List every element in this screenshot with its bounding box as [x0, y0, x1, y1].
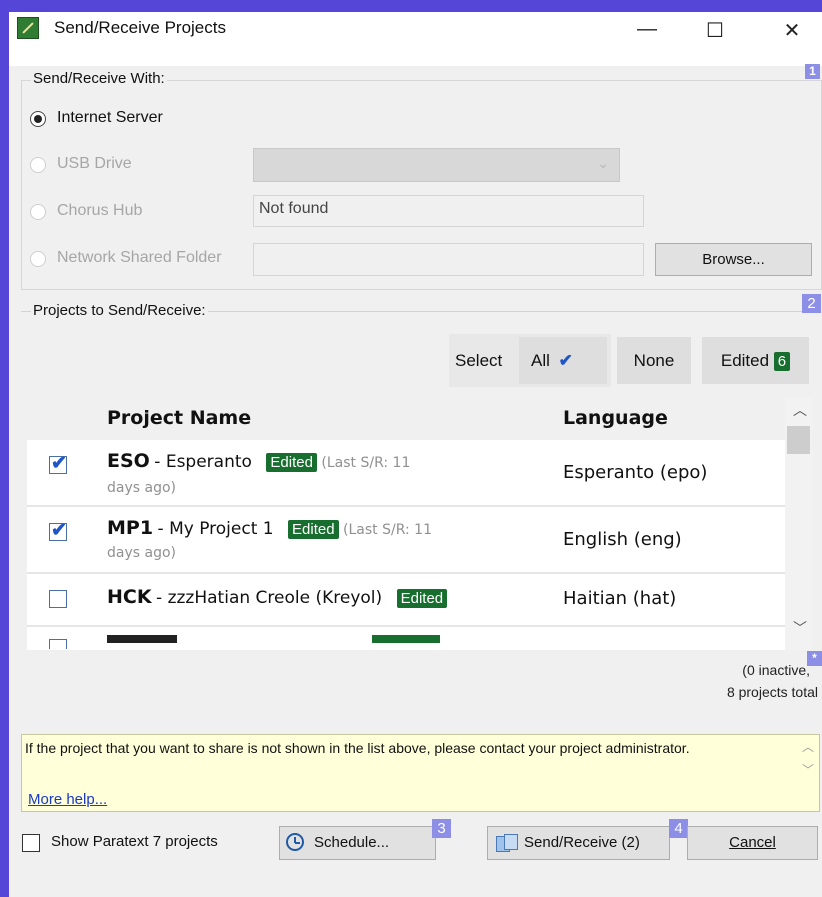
select-label: Select — [455, 351, 503, 370]
inactive-count: (0 inactive, — [742, 662, 810, 678]
last-sr: (Last S/R: 11 — [321, 455, 411, 471]
project-code: ESO — [107, 450, 150, 472]
chevron-down-icon: ⌄ — [597, 155, 609, 171]
row-checkbox[interactable] — [49, 639, 67, 649]
network-folder-field — [253, 243, 644, 276]
project-name: My Project 1 — [169, 519, 274, 539]
checkmark-icon: ✔ — [51, 453, 67, 474]
radio-chorus-hub[interactable] — [30, 204, 46, 220]
scroll-down-icon[interactable]: ﹀ — [793, 618, 807, 638]
app-icon — [17, 17, 39, 39]
checkmark-icon: ✔ — [558, 351, 573, 370]
clipped-edited-badge — [372, 635, 440, 643]
radio-selected-dot — [34, 115, 42, 123]
row-checkbox[interactable]: ✔ — [49, 520, 67, 541]
chorus-hub-field: Not found — [253, 195, 644, 227]
help-badge-1[interactable]: 1 — [805, 64, 820, 79]
send-with-label: Send/Receive With: — [31, 70, 167, 87]
info-text: If the project that you want to share is… — [25, 740, 690, 756]
last-sr-cont: days ago) — [107, 480, 176, 496]
select-all-button[interactable]: All ✔ — [519, 337, 607, 384]
column-header-project-name[interactable]: Project Name — [107, 407, 251, 429]
send-receive-icon — [496, 834, 518, 852]
browse-button[interactable]: Browse... — [655, 243, 812, 276]
table-row[interactable]: HCK - zzzHatian Creole (Kreyol) Edited H… — [27, 574, 785, 627]
schedule-label: Schedule... — [314, 834, 390, 851]
clock-icon — [286, 833, 304, 851]
show-pt7-checkbox[interactable] — [22, 834, 40, 852]
table-scrollbar[interactable]: ︿ ﹀ — [785, 398, 812, 650]
last-sr-cont: days ago) — [107, 545, 176, 561]
info-scroll-down-icon[interactable]: ﹀ — [802, 761, 814, 778]
more-help-link[interactable]: More help... — [28, 791, 107, 808]
select-edited-button[interactable]: Edited 6 — [702, 337, 809, 384]
window-title: Send/Receive Projects — [54, 18, 226, 37]
show-pt7-label: Show Paratext 7 projects — [51, 833, 218, 850]
clipped-project-code — [107, 635, 177, 643]
project-title-line: MP1 - My Project 1 Edited (Last S/R: 11 — [107, 517, 432, 539]
project-name: Esperanto — [165, 452, 252, 472]
projects-label: Projects to Send/Receive: — [31, 302, 208, 319]
table-row-partial[interactable] — [27, 627, 785, 649]
info-box: If the project that you want to share is… — [21, 734, 820, 812]
project-title-line: HCK - zzzHatian Creole (Kreyol) Edited — [107, 586, 448, 608]
radio-label-internet-server: Internet Server — [57, 109, 163, 126]
edited-badge: Edited — [266, 453, 317, 472]
scroll-thumb[interactable] — [787, 426, 810, 454]
projects-total: 8 projects total — [726, 684, 818, 700]
project-code: HCK — [107, 586, 152, 608]
project-code: MP1 — [107, 517, 154, 539]
radio-usb-drive[interactable] — [30, 157, 46, 173]
close-button[interactable]: ✕ — [777, 18, 807, 43]
select-none-button[interactable]: None — [617, 337, 691, 384]
info-scroll-up-icon[interactable]: ︿ — [802, 738, 814, 755]
project-name: zzzHatian Creole (Kreyol) — [167, 588, 383, 608]
project-language: Esperanto (epo) — [563, 462, 708, 483]
edited-count-badge: 6 — [773, 352, 791, 371]
help-badge-4[interactable]: 4 — [669, 819, 688, 838]
radio-label-chorus-hub: Chorus Hub — [57, 202, 143, 219]
cancel-button[interactable]: Cancel — [687, 826, 818, 860]
window-frame-left — [0, 0, 9, 897]
project-title-line: ESO - Esperanto Edited (Last S/R: 11 — [107, 450, 411, 472]
radio-network-shared-folder[interactable] — [30, 251, 46, 267]
edited-badge: Edited — [396, 589, 448, 608]
last-sr: (Last S/R: 11 — [343, 522, 432, 538]
row-checkbox[interactable] — [49, 590, 67, 608]
table-row[interactable]: ✔ ESO - Esperanto Edited (Last S/R: 11 d… — [27, 440, 785, 507]
radio-internet-server[interactable] — [30, 111, 46, 127]
edited-badge: Edited — [288, 520, 339, 539]
table-row[interactable]: ✔ MP1 - My Project 1 Edited (Last S/R: 1… — [27, 507, 785, 574]
maximize-button[interactable]: ☐ — [700, 18, 730, 43]
help-badge-star[interactable]: * — [807, 651, 822, 666]
select-edited-label: Edited — [720, 351, 770, 370]
radio-label-network-shared-folder: Network Shared Folder — [57, 249, 222, 266]
schedule-button[interactable]: Schedule... — [279, 826, 436, 860]
window-frame-top — [0, 0, 822, 12]
checkmark-icon: ✔ — [51, 520, 67, 541]
row-checkbox[interactable]: ✔ — [49, 453, 67, 474]
project-language: English (eng) — [563, 529, 682, 550]
project-language: Haitian (hat) — [563, 588, 677, 609]
select-all-label: All — [531, 351, 550, 370]
scroll-up-icon[interactable]: ︿ — [793, 400, 807, 420]
minimize-button[interactable]: — — [632, 18, 662, 41]
usb-drive-combo[interactable]: ⌄ — [253, 148, 620, 182]
column-header-language[interactable]: Language — [563, 407, 668, 429]
help-badge-2[interactable]: 2 — [802, 294, 821, 313]
help-badge-3[interactable]: 3 — [432, 819, 451, 838]
send-receive-button[interactable]: Send/Receive (2) — [487, 826, 670, 860]
table-header: Project Name Language — [27, 398, 785, 440]
radio-label-usb-drive: USB Drive — [57, 155, 132, 172]
send-receive-label: Send/Receive (2) — [524, 834, 640, 851]
